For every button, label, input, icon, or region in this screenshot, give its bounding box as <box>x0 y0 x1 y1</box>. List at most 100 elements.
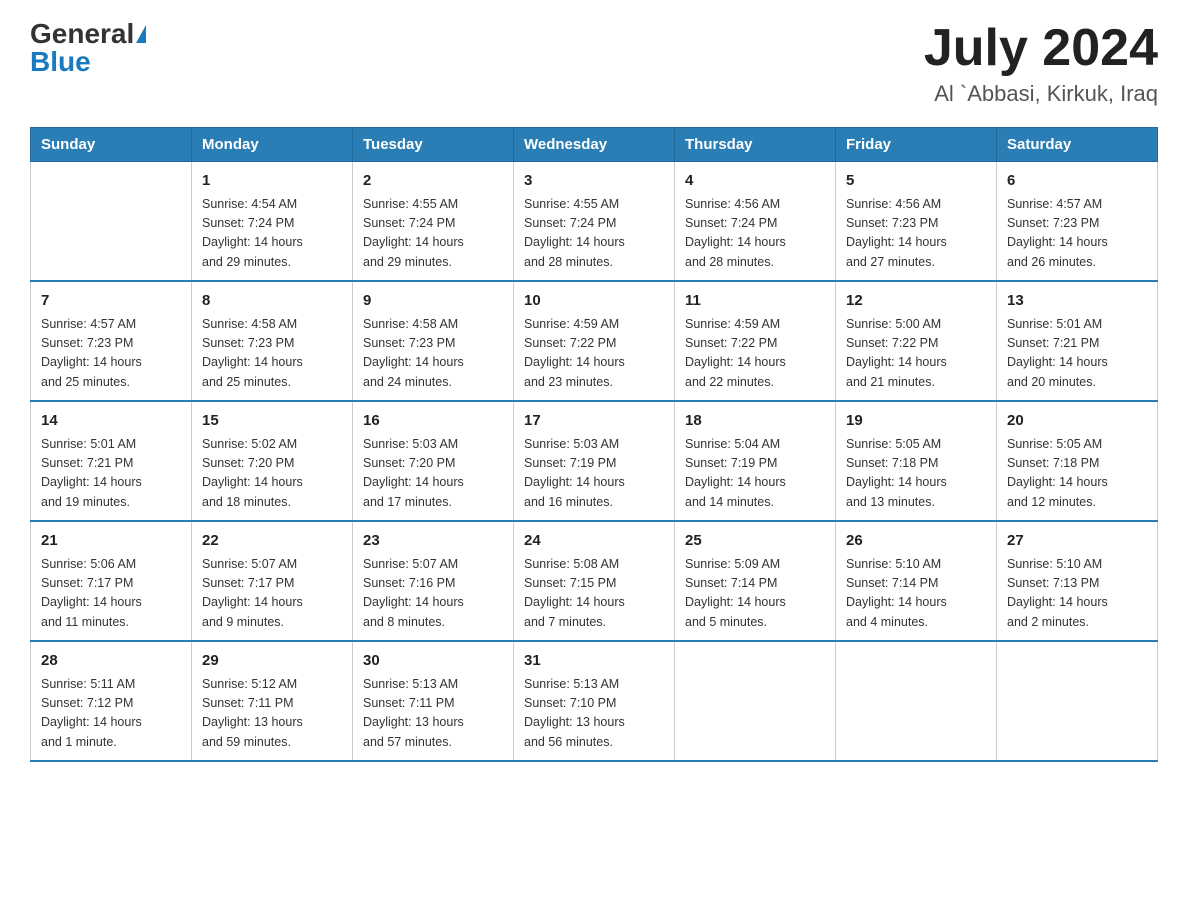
day-number: 1 <box>202 170 342 193</box>
day-info: Sunrise: 5:00 AM Sunset: 7:22 PM Dayligh… <box>846 315 986 393</box>
day-number: 14 <box>41 410 181 433</box>
day-info: Sunrise: 5:02 AM Sunset: 7:20 PM Dayligh… <box>202 435 342 513</box>
weekday-header-saturday: Saturday <box>997 128 1158 162</box>
calendar-cell: 7Sunrise: 4:57 AM Sunset: 7:23 PM Daylig… <box>31 281 192 401</box>
day-number: 23 <box>363 530 503 553</box>
calendar-cell: 17Sunrise: 5:03 AM Sunset: 7:19 PM Dayli… <box>514 401 675 521</box>
calendar-cell: 22Sunrise: 5:07 AM Sunset: 7:17 PM Dayli… <box>192 521 353 641</box>
day-number: 15 <box>202 410 342 433</box>
calendar-cell: 29Sunrise: 5:12 AM Sunset: 7:11 PM Dayli… <box>192 641 353 761</box>
day-number: 4 <box>685 170 825 193</box>
calendar-cell: 23Sunrise: 5:07 AM Sunset: 7:16 PM Dayli… <box>353 521 514 641</box>
day-info: Sunrise: 4:56 AM Sunset: 7:23 PM Dayligh… <box>846 195 986 273</box>
calendar-cell: 14Sunrise: 5:01 AM Sunset: 7:21 PM Dayli… <box>31 401 192 521</box>
day-info: Sunrise: 4:55 AM Sunset: 7:24 PM Dayligh… <box>363 195 503 273</box>
calendar-cell <box>836 641 997 761</box>
day-info: Sunrise: 5:01 AM Sunset: 7:21 PM Dayligh… <box>41 435 181 513</box>
calendar-body: 1Sunrise: 4:54 AM Sunset: 7:24 PM Daylig… <box>31 162 1158 762</box>
calendar-week-row: 21Sunrise: 5:06 AM Sunset: 7:17 PM Dayli… <box>31 521 1158 641</box>
weekday-header-tuesday: Tuesday <box>353 128 514 162</box>
calendar-cell: 13Sunrise: 5:01 AM Sunset: 7:21 PM Dayli… <box>997 281 1158 401</box>
logo-blue-text: Blue <box>30 48 91 76</box>
page-header: General Blue July 2024 Al `Abbasi, Kirku… <box>30 20 1158 107</box>
location-subtitle: Al `Abbasi, Kirkuk, Iraq <box>924 81 1158 107</box>
weekday-header-thursday: Thursday <box>675 128 836 162</box>
calendar-week-row: 7Sunrise: 4:57 AM Sunset: 7:23 PM Daylig… <box>31 281 1158 401</box>
calendar-cell: 25Sunrise: 5:09 AM Sunset: 7:14 PM Dayli… <box>675 521 836 641</box>
day-info: Sunrise: 5:05 AM Sunset: 7:18 PM Dayligh… <box>1007 435 1147 513</box>
day-info: Sunrise: 5:04 AM Sunset: 7:19 PM Dayligh… <box>685 435 825 513</box>
day-info: Sunrise: 5:10 AM Sunset: 7:14 PM Dayligh… <box>846 555 986 633</box>
day-number: 17 <box>524 410 664 433</box>
logo: General Blue <box>30 20 146 76</box>
day-info: Sunrise: 5:13 AM Sunset: 7:10 PM Dayligh… <box>524 675 664 753</box>
title-block: July 2024 Al `Abbasi, Kirkuk, Iraq <box>924 20 1158 107</box>
day-info: Sunrise: 5:01 AM Sunset: 7:21 PM Dayligh… <box>1007 315 1147 393</box>
logo-triangle-icon <box>136 25 146 43</box>
calendar-table: SundayMondayTuesdayWednesdayThursdayFrid… <box>30 127 1158 762</box>
calendar-cell: 26Sunrise: 5:10 AM Sunset: 7:14 PM Dayli… <box>836 521 997 641</box>
calendar-cell: 3Sunrise: 4:55 AM Sunset: 7:24 PM Daylig… <box>514 162 675 282</box>
day-info: Sunrise: 5:10 AM Sunset: 7:13 PM Dayligh… <box>1007 555 1147 633</box>
day-info: Sunrise: 4:58 AM Sunset: 7:23 PM Dayligh… <box>363 315 503 393</box>
weekday-header-wednesday: Wednesday <box>514 128 675 162</box>
day-number: 10 <box>524 290 664 313</box>
day-info: Sunrise: 4:56 AM Sunset: 7:24 PM Dayligh… <box>685 195 825 273</box>
day-info: Sunrise: 4:57 AM Sunset: 7:23 PM Dayligh… <box>41 315 181 393</box>
day-number: 22 <box>202 530 342 553</box>
day-number: 11 <box>685 290 825 313</box>
day-info: Sunrise: 4:59 AM Sunset: 7:22 PM Dayligh… <box>685 315 825 393</box>
day-number: 27 <box>1007 530 1147 553</box>
day-number: 30 <box>363 650 503 673</box>
calendar-cell: 8Sunrise: 4:58 AM Sunset: 7:23 PM Daylig… <box>192 281 353 401</box>
day-number: 31 <box>524 650 664 673</box>
day-number: 20 <box>1007 410 1147 433</box>
day-info: Sunrise: 5:05 AM Sunset: 7:18 PM Dayligh… <box>846 435 986 513</box>
day-number: 25 <box>685 530 825 553</box>
day-number: 2 <box>363 170 503 193</box>
day-number: 12 <box>846 290 986 313</box>
calendar-cell: 1Sunrise: 4:54 AM Sunset: 7:24 PM Daylig… <box>192 162 353 282</box>
day-info: Sunrise: 4:59 AM Sunset: 7:22 PM Dayligh… <box>524 315 664 393</box>
day-number: 24 <box>524 530 664 553</box>
day-number: 29 <box>202 650 342 673</box>
day-number: 6 <box>1007 170 1147 193</box>
day-info: Sunrise: 5:09 AM Sunset: 7:14 PM Dayligh… <box>685 555 825 633</box>
day-info: Sunrise: 4:54 AM Sunset: 7:24 PM Dayligh… <box>202 195 342 273</box>
day-info: Sunrise: 5:11 AM Sunset: 7:12 PM Dayligh… <box>41 675 181 753</box>
day-number: 9 <box>363 290 503 313</box>
month-year-title: July 2024 <box>924 20 1158 77</box>
day-info: Sunrise: 5:07 AM Sunset: 7:17 PM Dayligh… <box>202 555 342 633</box>
day-info: Sunrise: 5:13 AM Sunset: 7:11 PM Dayligh… <box>363 675 503 753</box>
calendar-cell: 12Sunrise: 5:00 AM Sunset: 7:22 PM Dayli… <box>836 281 997 401</box>
calendar-week-row: 28Sunrise: 5:11 AM Sunset: 7:12 PM Dayli… <box>31 641 1158 761</box>
day-number: 3 <box>524 170 664 193</box>
day-number: 28 <box>41 650 181 673</box>
calendar-cell: 20Sunrise: 5:05 AM Sunset: 7:18 PM Dayli… <box>997 401 1158 521</box>
day-number: 19 <box>846 410 986 433</box>
day-info: Sunrise: 5:07 AM Sunset: 7:16 PM Dayligh… <box>363 555 503 633</box>
calendar-cell: 10Sunrise: 4:59 AM Sunset: 7:22 PM Dayli… <box>514 281 675 401</box>
calendar-cell: 6Sunrise: 4:57 AM Sunset: 7:23 PM Daylig… <box>997 162 1158 282</box>
calendar-cell: 15Sunrise: 5:02 AM Sunset: 7:20 PM Dayli… <box>192 401 353 521</box>
day-number: 21 <box>41 530 181 553</box>
day-number: 7 <box>41 290 181 313</box>
day-info: Sunrise: 4:58 AM Sunset: 7:23 PM Dayligh… <box>202 315 342 393</box>
day-info: Sunrise: 4:57 AM Sunset: 7:23 PM Dayligh… <box>1007 195 1147 273</box>
weekday-header-row: SundayMondayTuesdayWednesdayThursdayFrid… <box>31 128 1158 162</box>
calendar-cell: 5Sunrise: 4:56 AM Sunset: 7:23 PM Daylig… <box>836 162 997 282</box>
weekday-header-sunday: Sunday <box>31 128 192 162</box>
day-number: 26 <box>846 530 986 553</box>
calendar-week-row: 14Sunrise: 5:01 AM Sunset: 7:21 PM Dayli… <box>31 401 1158 521</box>
weekday-header-monday: Monday <box>192 128 353 162</box>
day-number: 13 <box>1007 290 1147 313</box>
day-info: Sunrise: 4:55 AM Sunset: 7:24 PM Dayligh… <box>524 195 664 273</box>
logo-general-text: General <box>30 20 134 48</box>
day-number: 18 <box>685 410 825 433</box>
day-number: 16 <box>363 410 503 433</box>
calendar-cell: 19Sunrise: 5:05 AM Sunset: 7:18 PM Dayli… <box>836 401 997 521</box>
day-info: Sunrise: 5:03 AM Sunset: 7:20 PM Dayligh… <box>363 435 503 513</box>
calendar-cell: 18Sunrise: 5:04 AM Sunset: 7:19 PM Dayli… <box>675 401 836 521</box>
calendar-cell: 21Sunrise: 5:06 AM Sunset: 7:17 PM Dayli… <box>31 521 192 641</box>
calendar-cell: 24Sunrise: 5:08 AM Sunset: 7:15 PM Dayli… <box>514 521 675 641</box>
